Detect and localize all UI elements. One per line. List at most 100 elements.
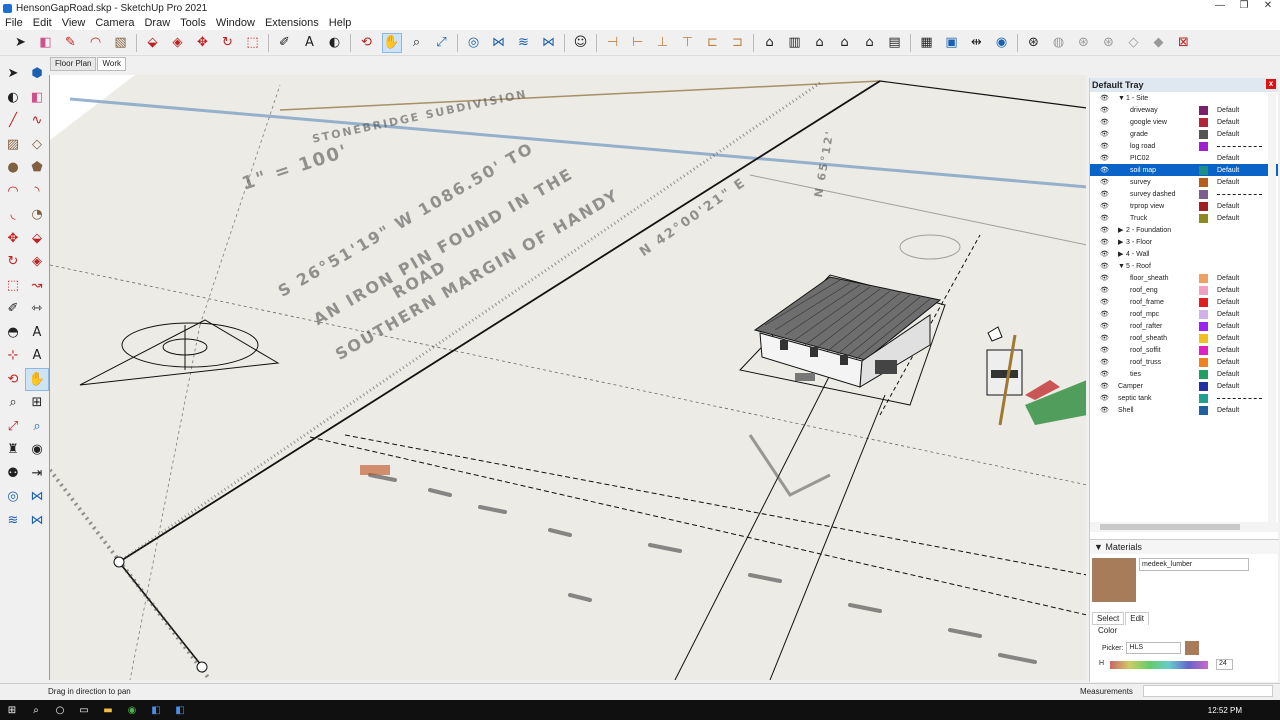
visibility-eye-icon[interactable]: 👁	[1100, 250, 1109, 258]
hue-slider[interactable]	[1110, 661, 1208, 669]
menu-window[interactable]: Window	[211, 16, 260, 30]
tag-line-style[interactable]: Default	[1217, 155, 1239, 162]
rotate-tool-icon[interactable]: ↻	[218, 33, 238, 53]
visibility-eye-icon[interactable]: 👁	[1100, 178, 1109, 186]
iso-view-icon[interactable]: ⌂	[760, 33, 780, 53]
extension-tool-6-icon[interactable]: ◆	[1149, 33, 1169, 53]
section-plane-icon[interactable]: ⇹	[967, 33, 987, 53]
restore-button[interactable]: ❐	[1232, 0, 1256, 11]
tag-row[interactable]: 👁 roof_frame Default	[1090, 296, 1278, 308]
visibility-eye-icon[interactable]: 👁	[1100, 166, 1109, 174]
line-icon[interactable]: ╱	[1, 109, 25, 133]
tag-color-swatch[interactable]	[1199, 189, 1208, 199]
extension-tool-4-icon[interactable]: ⊛	[1099, 33, 1119, 53]
tag-color-swatch[interactable]	[1199, 393, 1208, 403]
search-icon[interactable]: ⌕	[24, 705, 48, 716]
chevron-right-icon[interactable]: ▶	[1118, 250, 1123, 258]
chevron-right-icon[interactable]: ▶	[1118, 226, 1123, 234]
visibility-eye-icon[interactable]: 👁	[1100, 190, 1109, 198]
position-camera-icon[interactable]: ♜	[1, 438, 25, 462]
zoom-icon[interactable]: ⌕	[1, 391, 25, 415]
rotate-icon[interactable]: ↻	[1, 250, 25, 274]
tag-line-style[interactable]: Default	[1217, 287, 1239, 294]
look-around-icon[interactable]: ◉	[25, 438, 49, 462]
tags-vertical-scrollbar[interactable]	[1268, 93, 1276, 523]
close-window-button[interactable]: ✕	[1256, 0, 1280, 11]
push-pull-icon[interactable]: ⬙	[25, 227, 49, 251]
stamp-icon[interactable]: ⋈	[25, 509, 49, 533]
tag-row[interactable]: 👁 roof_rafter Default	[1090, 320, 1278, 332]
axes-icon[interactable]: ⊹	[1, 344, 25, 368]
stamp-tool-icon[interactable]: ⋈	[539, 33, 559, 53]
zoom-extents-tool-icon[interactable]: ⤢	[432, 33, 452, 53]
visibility-eye-icon[interactable]: 👁	[1100, 118, 1109, 126]
dashed-line-style[interactable]	[1217, 397, 1262, 399]
tag-line-style[interactable]: Default	[1217, 299, 1239, 306]
tag-row[interactable]: 👁 ▶ 2 - Foundation	[1090, 224, 1278, 236]
visibility-eye-icon[interactable]: 👁	[1100, 322, 1109, 330]
offset-icon[interactable]: ↝	[25, 274, 49, 298]
paint-icon[interactable]: ◐	[1, 86, 25, 110]
paint-bucket-tool-icon[interactable]: ◐	[325, 33, 345, 53]
visibility-eye-icon[interactable]: 👁	[1100, 358, 1109, 366]
tag-color-swatch[interactable]	[1199, 369, 1208, 379]
dashed-line-style[interactable]	[1217, 193, 1262, 195]
tag-line-style[interactable]: Default	[1217, 323, 1239, 330]
chevron-right-icon[interactable]: ▶	[1118, 238, 1123, 246]
menu-extensions[interactable]: Extensions	[260, 16, 324, 30]
zoom-extents-icon[interactable]: ⤢	[1, 415, 25, 439]
dimension-icon[interactable]: ⇿	[25, 297, 49, 321]
right-view-icon[interactable]: ⌂	[835, 33, 855, 53]
text-icon[interactable]: A	[25, 321, 49, 345]
tag-line-style[interactable]: Default	[1217, 383, 1239, 390]
tag-color-swatch[interactable]	[1199, 213, 1208, 223]
tag-line-style[interactable]: Default	[1217, 335, 1239, 342]
tray-close-button[interactable]: x	[1266, 79, 1276, 89]
pie-icon[interactable]: ◔	[25, 203, 49, 227]
line-tool-icon[interactable]: ✎	[61, 33, 81, 53]
tag-row[interactable]: 👁 grade Default	[1090, 128, 1278, 140]
freehand-icon[interactable]: ∿	[25, 109, 49, 133]
visibility-eye-icon[interactable]: 👁	[1100, 238, 1109, 246]
move-tool-icon[interactable]: ✥	[193, 33, 213, 53]
tag-color-swatch[interactable]	[1199, 297, 1208, 307]
visibility-eye-icon[interactable]: 👁	[1100, 382, 1109, 390]
task-view-icon[interactable]: ▭	[72, 705, 96, 716]
tag-color-swatch[interactable]	[1199, 381, 1208, 391]
3d-text-icon[interactable]: A	[25, 344, 49, 368]
tag-color-swatch[interactable]	[1199, 345, 1208, 355]
chevron-down-icon[interactable]: ▼	[1118, 263, 1125, 270]
start-icon[interactable]: ⊞	[0, 705, 24, 716]
visibility-eye-icon[interactable]: 👁	[1100, 406, 1109, 414]
tag-line-style[interactable]: Default	[1217, 359, 1239, 366]
scene-manager-icon[interactable]: ▦	[917, 33, 937, 53]
chrome-icon[interactable]: ◉	[120, 705, 144, 716]
tag-row[interactable]: 👁 ties Default	[1090, 368, 1278, 380]
rectangle-tool-icon[interactable]: ▧	[111, 33, 131, 53]
top-view-icon[interactable]: ▥	[785, 33, 805, 53]
tag-color-swatch[interactable]	[1199, 177, 1208, 187]
tag-line-style[interactable]: Default	[1217, 167, 1239, 174]
tag-row[interactable]: 👁 soil map Default	[1090, 164, 1278, 176]
tag-line-style[interactable]: Default	[1217, 371, 1239, 378]
eraser-icon[interactable]: ◧	[25, 86, 49, 110]
tag-row[interactable]: 👁 roof_eng Default	[1090, 284, 1278, 296]
tag-row[interactable]: 👁 log road	[1090, 140, 1278, 152]
orbit-icon[interactable]: ⟲	[1, 368, 25, 392]
zoom-window-icon[interactable]: ⊞	[25, 391, 49, 415]
tag-color-swatch[interactable]	[1199, 201, 1208, 211]
visibility-eye-icon[interactable]: 👁	[1100, 286, 1109, 294]
extension-tool-7-icon[interactable]: ⊠	[1174, 33, 1194, 53]
tag-row[interactable]: 👁 ▶ 4 - Wall	[1090, 248, 1278, 260]
front-view-icon[interactable]: ⌂	[810, 33, 830, 53]
extension-tool-3-icon[interactable]: ⊛	[1074, 33, 1094, 53]
two-point-arc-icon[interactable]: ◝	[25, 180, 49, 204]
menu-file[interactable]: File	[0, 16, 28, 30]
tags-horizontal-scrollbar[interactable]	[1090, 522, 1279, 532]
tab-edit[interactable]: Edit	[1125, 612, 1150, 625]
section-plane-left-icon[interactable]: ⇥	[25, 462, 49, 486]
visibility-eye-icon[interactable]: 👁	[1100, 226, 1109, 234]
extension-tool-1-icon[interactable]: ⊛	[1024, 33, 1044, 53]
scale-tool-icon[interactable]: ⬚	[243, 33, 263, 53]
tape-measure-icon[interactable]: ✐	[1, 297, 25, 321]
